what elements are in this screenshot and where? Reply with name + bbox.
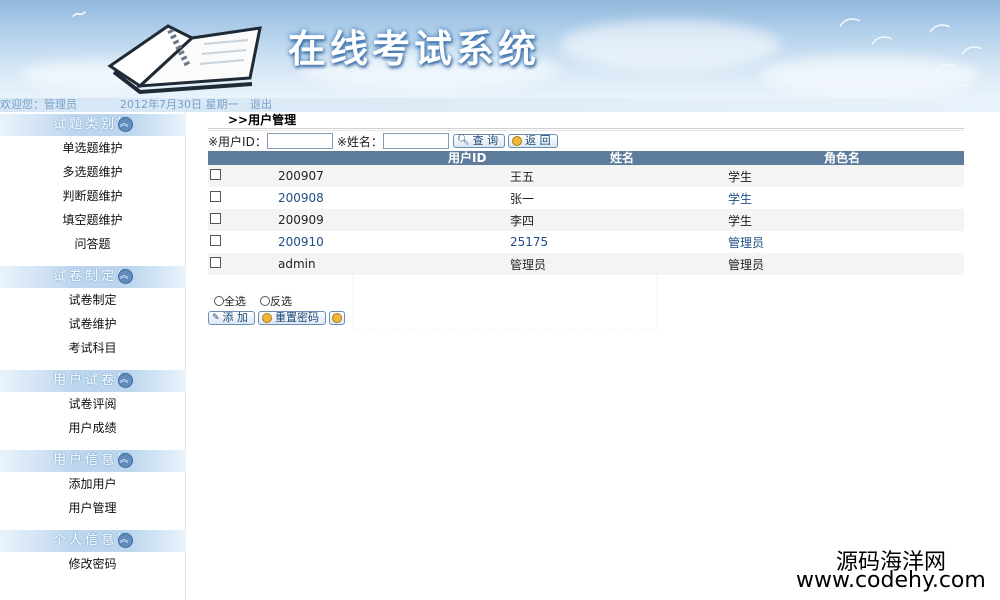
search-icon: 🔍︎ — [456, 135, 470, 146]
add-button[interactable]: ✎ 添 加 — [208, 311, 256, 325]
cell-role: 学生 — [728, 169, 753, 184]
invert-select-label: 反选 — [270, 295, 292, 308]
sidebar-item-create-paper[interactable]: 试卷制定 — [0, 288, 185, 312]
sidebar-group-user-papers: 用户试卷管 ︽ 试卷评阅 用户成绩 — [0, 370, 186, 440]
collapse-icon[interactable]: ︽ — [118, 117, 133, 132]
sidebar-item-subjects[interactable]: 考试科目 — [0, 336, 185, 360]
sidebar-group-personal-info: 个人信息管 ︽ 修改密码 — [0, 530, 186, 576]
delete-button[interactable] — [329, 311, 346, 325]
app-window: ~ ⌒ ⌒ ⌒ ⌒ ⌒ ⌒ ⌒ 在线考试系统 欢迎您：管理员 2012年7月30… — [0, 0, 1000, 600]
user-table: 用户ID 姓名 角色名 200907 王五 学生 200908 张一 学生 20… — [208, 151, 964, 275]
key-icon — [262, 313, 273, 323]
sidebar-item-maintain-paper[interactable]: 试卷维护 — [0, 312, 185, 336]
row-checkbox[interactable] — [210, 191, 221, 202]
cell-name: 李四 — [510, 213, 535, 228]
cell-name: 张一 — [510, 191, 535, 206]
column-header-name: 姓名 — [510, 151, 728, 165]
status-bar: 欢迎您：管理员 2012年7月30日 星期一 退出 — [0, 98, 1000, 112]
select-all-radio[interactable] — [214, 296, 224, 306]
collapse-icon[interactable]: ︽ — [118, 533, 133, 548]
collapse-icon[interactable]: ︽ — [118, 269, 133, 284]
collapse-icon[interactable]: ︽ — [118, 373, 133, 388]
sidebar-item-multi-choice[interactable]: 多选题维护 — [0, 160, 185, 184]
sidebar-item-user-management[interactable]: 用户管理 — [0, 496, 185, 520]
sidebar-item-fill-blank[interactable]: 填空题维护 — [0, 208, 185, 232]
sidebar-header-paper-maintenance[interactable]: 试卷制定维 ︽ — [0, 266, 186, 288]
row-checkbox[interactable] — [210, 213, 221, 224]
row-checkbox[interactable] — [210, 257, 221, 268]
sidebar-item-change-password[interactable]: 修改密码 — [0, 552, 185, 576]
name-label: ※姓名： — [336, 134, 383, 149]
current-date: 2012年7月30日 星期一 — [120, 98, 239, 111]
cell-name: 25175 — [510, 235, 549, 249]
userid-label: ※用户ID： — [208, 134, 267, 149]
cell-userid: 200910 — [278, 235, 324, 249]
table-row[interactable]: 200907 王五 学生 — [208, 165, 964, 187]
table-row[interactable]: 200908 张一 学生 — [208, 187, 964, 209]
cell-role: 学生 — [728, 213, 753, 228]
open-book-icon — [107, 24, 262, 95]
select-all-option[interactable]: 全选 — [214, 293, 246, 309]
table-row[interactable]: 200910 25175 管理员 — [208, 231, 964, 253]
column-header-userid: 用户ID — [278, 151, 510, 165]
query-button[interactable]: 🔍︎ 查 询 — [452, 134, 506, 148]
logout-link[interactable]: 退出 — [250, 98, 272, 112]
sidebar-header-user-papers[interactable]: 用户试卷管 ︽ — [0, 370, 186, 392]
seagull-icon: ⌒ — [837, 15, 866, 46]
invert-select-radio[interactable] — [260, 296, 270, 306]
sidebar-header-user-info[interactable]: 用户信息管 ︽ — [0, 450, 186, 472]
collapse-icon[interactable]: ︽ — [118, 453, 133, 468]
name-input[interactable] — [382, 133, 449, 149]
sidebar-item-grade-papers[interactable]: 试卷评阅 — [0, 392, 185, 416]
sidebar-header-question-categories[interactable]: 试题类别管 ︽ — [0, 114, 186, 136]
cell-role: 学生 — [728, 191, 753, 206]
search-form: ※用户ID： ※姓名： 🔍︎ 查 询 返 回 — [208, 131, 964, 151]
cell-role: 管理员 — [728, 257, 765, 272]
table-row[interactable]: 200909 李四 学生 — [208, 209, 964, 231]
seagull-icon: ~ — [67, 0, 92, 29]
sidebar: 试题类别管 ︽ 单选题维护 多选题维护 判断题维护 填空题维护 问答题 试卷制定… — [0, 112, 186, 600]
back-icon — [512, 136, 523, 146]
sidebar-item-true-false[interactable]: 判断题维护 — [0, 184, 185, 208]
seagull-icon: ⌒ — [927, 21, 956, 52]
row-checkbox[interactable] — [210, 169, 221, 180]
sidebar-group-user-info: 用户信息管 ︽ 添加用户 用户管理 — [0, 450, 186, 520]
invert-select-option[interactable]: 反选 — [260, 293, 292, 309]
row-checkbox[interactable] — [210, 235, 221, 246]
column-header-role: 角色名 — [728, 151, 964, 165]
select-all-label: 全选 — [224, 295, 246, 308]
cell-userid: 200908 — [278, 191, 324, 205]
back-button[interactable]: 返 回 — [508, 134, 558, 148]
faded-overlay — [352, 262, 657, 330]
sidebar-item-single-choice[interactable]: 单选题维护 — [0, 136, 185, 160]
sidebar-header-personal-info[interactable]: 个人信息管 ︽ — [0, 530, 186, 552]
cell-userid: 200907 — [278, 169, 324, 183]
cell-name: 王五 — [510, 169, 535, 184]
sidebar-item-add-user[interactable]: 添加用户 — [0, 472, 185, 496]
sidebar-item-qa[interactable]: 问答题 — [0, 232, 185, 256]
query-button-label: 查 询 — [472, 134, 499, 147]
sidebar-group-question-categories: 试题类别管 ︽ 单选题维护 多选题维护 判断题维护 填空题维护 问答题 — [0, 114, 186, 256]
sidebar-item-user-scores[interactable]: 用户成绩 — [0, 416, 185, 440]
table-header-row: 用户ID 姓名 角色名 — [208, 151, 964, 165]
breadcrumb: >>用户管理 — [228, 113, 297, 127]
reset-password-button[interactable]: 重置密码 — [258, 311, 327, 325]
welcome-text: 欢迎您：管理员 — [0, 98, 77, 111]
add-button-label: 添 加 — [222, 311, 249, 324]
add-user-icon: ✎ — [212, 313, 220, 323]
select-column-header — [208, 151, 278, 165]
watermark-url: www.codehy.com — [796, 568, 986, 593]
cell-role: 管理员 — [728, 235, 765, 250]
back-button-label: 返 回 — [525, 134, 551, 147]
reset-password-label: 重置密码 — [275, 311, 320, 324]
header-banner: ~ ⌒ ⌒ ⌒ ⌒ ⌒ ⌒ ⌒ 在线考试系统 — [0, 0, 1000, 98]
cell-userid: 200909 — [278, 213, 324, 227]
system-title: 在线考试系统 — [288, 26, 541, 71]
userid-input[interactable] — [266, 133, 333, 149]
sidebar-group-paper-maintenance: 试卷制定维 ︽ 试卷制定 试卷维护 考试科目 — [0, 266, 186, 360]
delete-icon — [332, 313, 343, 323]
